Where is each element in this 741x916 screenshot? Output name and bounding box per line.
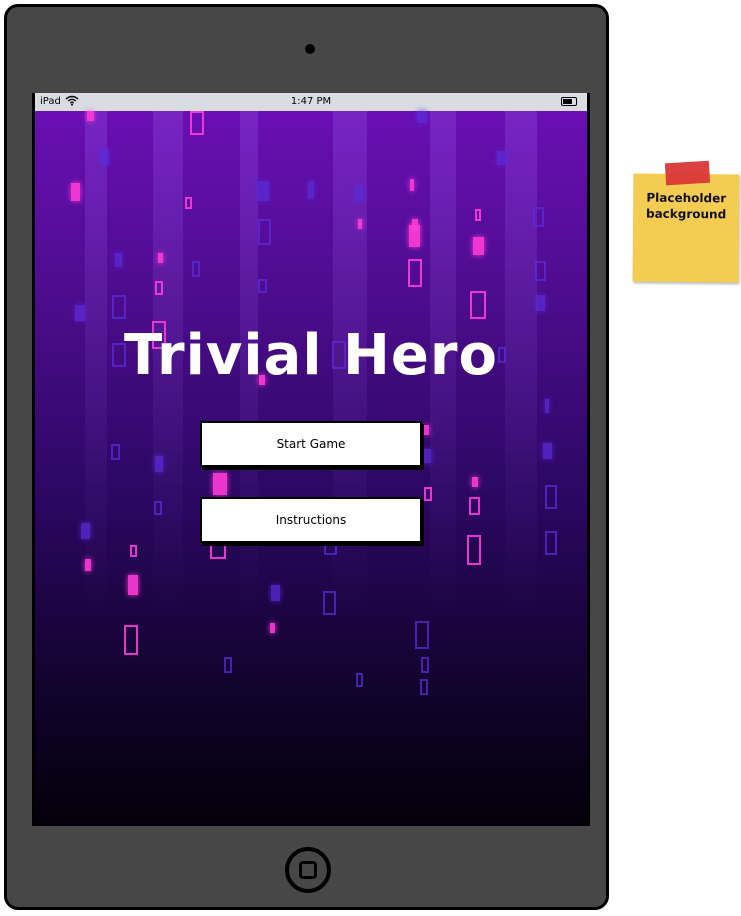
background-particle: [308, 181, 314, 199]
background-particle: [71, 183, 80, 201]
background-particle: [467, 535, 481, 565]
home-button-square: [299, 861, 317, 879]
background-particle: [81, 523, 90, 539]
background-particle: [545, 531, 557, 555]
background-particle: [420, 679, 428, 695]
background-particle: [533, 207, 544, 227]
background-particle: [356, 673, 363, 687]
instructions-button[interactable]: Instructions: [200, 497, 422, 543]
background-particle: [257, 181, 269, 201]
sticky-note-line: background: [645, 206, 727, 222]
background-beams: [35, 111, 587, 826]
background-particle: [271, 585, 280, 601]
background-particle: [536, 295, 545, 311]
device-screen: iPad 1:47 PM Trivial Hero Start Game Ins…: [32, 93, 590, 826]
app-screen: Trivial Hero Start Game Instructions: [35, 111, 587, 826]
background-particle: [535, 261, 546, 281]
camera-icon: [305, 44, 315, 54]
background-particle: [543, 443, 552, 459]
tape-strip: [664, 160, 711, 186]
background-particle: [470, 291, 486, 319]
game-title: Trivial Hero: [124, 323, 498, 388]
background-particle: [100, 149, 109, 165]
background-particle: [469, 497, 480, 515]
background-particle: [155, 456, 163, 472]
sticky-note-line: Placeholder: [646, 190, 727, 206]
background-particle: [421, 657, 429, 673]
background-particle: [130, 545, 137, 557]
background-particle: [154, 501, 162, 515]
background-particle: [190, 111, 204, 135]
background-particle: [355, 185, 363, 201]
start-game-button[interactable]: Start Game: [200, 421, 422, 467]
background-particle: [158, 253, 163, 263]
sticky-note-text: Placeholder background: [633, 190, 739, 223]
background-particle: [409, 225, 420, 247]
background-particle: [423, 449, 431, 463]
background-particle: [112, 295, 126, 319]
background-particle: [155, 281, 163, 295]
background-particle: [224, 657, 232, 673]
background-particle: [87, 111, 94, 121]
background-particle: [475, 209, 481, 221]
status-time: 1:47 PM: [290, 96, 332, 107]
background-particle: [358, 219, 362, 229]
ipad-frame: iPad 1:47 PM Trivial Hero Start Game Ins…: [4, 4, 609, 910]
background-particle: [258, 279, 267, 293]
status-bar: iPad 1:47 PM: [35, 93, 587, 111]
sticky-note: Placeholder background: [632, 160, 740, 283]
background-particle: [323, 591, 336, 615]
background-particle: [408, 259, 422, 287]
background-particle: [128, 575, 138, 595]
background-particle: [424, 487, 432, 501]
background-particle: [417, 111, 427, 123]
background-particle: [115, 253, 122, 267]
background-particle: [473, 237, 484, 255]
background-particle: [545, 399, 549, 413]
background-particle: [415, 621, 429, 649]
background-particle: [545, 485, 557, 509]
background-particle: [424, 425, 429, 435]
background-particle: [111, 444, 120, 460]
background-particle: [75, 305, 85, 321]
background-particle: [213, 473, 227, 495]
background-particle: [410, 179, 414, 191]
home-button-icon[interactable]: [285, 847, 331, 893]
background-particle: [192, 261, 200, 277]
background-particle: [497, 151, 506, 165]
background-particle: [472, 477, 478, 487]
background-particle: [124, 625, 138, 655]
background-particle: [270, 623, 275, 633]
background-particle: [85, 559, 91, 571]
background-particle: [185, 197, 192, 209]
battery-icon: [561, 97, 577, 106]
background-particle: [258, 219, 271, 245]
